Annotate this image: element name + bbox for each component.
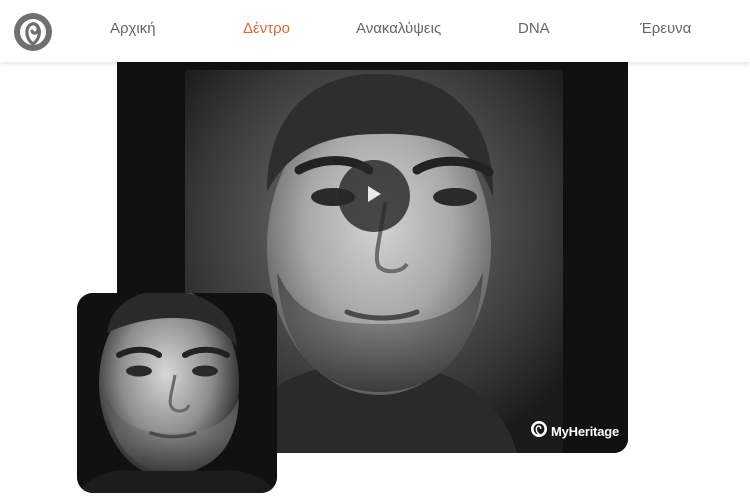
myheritage-watermark-icon xyxy=(530,420,548,443)
nav-item-tree[interactable]: Δέντρο xyxy=(243,20,290,37)
play-button[interactable] xyxy=(338,160,410,232)
nav-item-research[interactable]: Έρευνα xyxy=(640,20,691,37)
watermark-text: MyHeritage xyxy=(551,424,620,439)
nav-item-discoveries[interactable]: Ανακαλύψεις xyxy=(356,20,441,37)
nav-item-home[interactable]: Αρχική xyxy=(110,20,156,37)
portrait-photo-icon xyxy=(77,293,277,493)
top-navigation: Αρχική Δέντρο Ανακαλύψεις DNA Έρευνα xyxy=(0,0,750,62)
nav-item-dna[interactable]: DNA xyxy=(518,20,550,37)
myheritage-watermark: MyHeritage xyxy=(530,420,619,443)
play-icon xyxy=(366,185,382,208)
myheritage-logo-icon[interactable] xyxy=(12,11,54,53)
original-photo-thumbnail[interactable] xyxy=(77,293,277,493)
